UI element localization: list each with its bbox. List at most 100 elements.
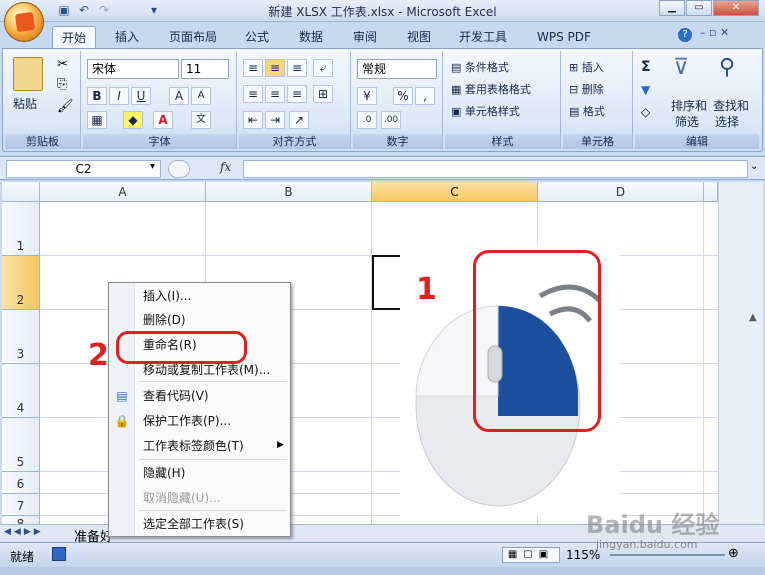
menu-item-insert[interactable]: 插入(I)... xyxy=(143,285,191,307)
merge-center-icon[interactable]: ⊞ xyxy=(313,85,333,103)
window-bottom-edge xyxy=(0,567,765,575)
menu-item-protect-sheet[interactable]: 保护工作表(P)... xyxy=(143,410,231,432)
menu-item-delete[interactable]: 删除(D) xyxy=(143,309,186,331)
zoom-in-icon[interactable]: ⊕ xyxy=(728,546,739,561)
row-header-3[interactable]: 3 xyxy=(2,310,40,364)
column-header-d[interactable]: D xyxy=(538,182,704,202)
underline-button[interactable]: U xyxy=(131,87,151,105)
font-size-select[interactable]: 11 xyxy=(181,59,229,79)
percent-button[interactable]: % xyxy=(393,87,413,105)
delete-cells-button[interactable]: ⊟ 删除 xyxy=(569,81,604,97)
row-header-2[interactable]: 2 xyxy=(2,256,40,310)
row-header-7[interactable]: 7 xyxy=(2,494,40,516)
tab-review[interactable]: 审阅 xyxy=(344,26,386,48)
formula-input[interactable] xyxy=(243,160,748,178)
orientation-icon[interactable]: ↗ xyxy=(289,111,309,129)
sort-filter-label-2[interactable]: 筛选 xyxy=(675,113,699,130)
tab-page-layout[interactable]: 页面布局 xyxy=(160,26,226,48)
insert-cells-button[interactable]: ⊞ 插入 xyxy=(569,59,604,75)
formula-bar-toggle[interactable] xyxy=(168,160,190,178)
sort-filter-label-1[interactable]: 排序和 xyxy=(671,97,707,114)
column-header-c[interactable]: C xyxy=(372,182,538,202)
row-header-1[interactable]: 1 xyxy=(2,202,40,256)
wrap-text-icon[interactable]: ⤶ xyxy=(313,59,333,77)
zoom-slider[interactable] xyxy=(610,554,725,556)
cell-styles-button[interactable]: ▣ 单元格样式 xyxy=(451,103,520,119)
format-cells-button[interactable]: ▤ 格式 xyxy=(569,103,605,119)
decrease-font-icon[interactable]: A xyxy=(191,87,211,105)
comma-button[interactable]: , xyxy=(415,87,435,105)
select-all-corner[interactable] xyxy=(2,182,40,202)
increase-decimal-icon[interactable]: .0 xyxy=(357,111,377,129)
find-select-label-1[interactable]: 查找和 xyxy=(713,97,749,114)
conditional-format-button[interactable]: ▤ 条件格式 xyxy=(451,59,509,75)
align-center-icon[interactable]: ≡ xyxy=(265,85,285,103)
tab-developer[interactable]: 开发工具 xyxy=(450,26,516,48)
border-icon[interactable]: ▦ xyxy=(87,111,107,129)
copy-icon[interactable]: ⎘ xyxy=(57,77,67,92)
delete-cells-icon: ⊟ xyxy=(569,83,582,96)
italic-button[interactable]: I xyxy=(109,87,129,105)
find-select-icon[interactable]: ⚲ xyxy=(719,55,735,80)
autosum-button[interactable]: Σ xyxy=(641,59,651,75)
fill-color-icon[interactable]: ◆ xyxy=(123,111,143,129)
name-box-dropdown-icon[interactable]: ▾ xyxy=(150,161,155,172)
macro-record-icon[interactable] xyxy=(52,547,66,561)
close-button[interactable]: ✕ xyxy=(713,0,759,16)
paste-icon[interactable] xyxy=(13,57,43,91)
clear-icon[interactable]: ◇ xyxy=(641,105,650,119)
format-as-table-button[interactable]: ▦ 套用表格格式 xyxy=(451,81,531,97)
increase-font-icon[interactable]: A xyxy=(169,87,189,105)
align-left-icon[interactable]: ≡ xyxy=(243,85,263,103)
name-box[interactable]: C2 xyxy=(6,160,161,178)
bold-button[interactable]: B xyxy=(87,87,107,105)
fill-icon[interactable]: ▼ xyxy=(641,83,650,97)
vertical-scrollbar[interactable]: ▲ xyxy=(718,182,763,524)
menu-item-select-all-sheets[interactable]: 选定全部工作表(S) xyxy=(143,513,244,535)
align-middle-icon[interactable]: ≡ xyxy=(265,59,285,77)
cut-icon[interactable]: ✂ xyxy=(57,57,68,72)
align-right-icon[interactable]: ≡ xyxy=(287,85,307,103)
ribbon-window-controls[interactable]: – ▫ ✕ xyxy=(700,26,760,39)
paste-button[interactable]: 粘贴 xyxy=(13,95,37,112)
menu-item-hide[interactable]: 隐藏(H) xyxy=(143,462,185,484)
maximize-button[interactable]: ▭ xyxy=(686,0,712,16)
tab-wps-pdf[interactable]: WPS PDF xyxy=(528,26,600,48)
align-top-icon[interactable]: ≡ xyxy=(243,59,263,77)
number-format-select[interactable]: 常规 xyxy=(357,59,437,79)
view-buttons-icon[interactable]: ▦▢▣ xyxy=(502,547,560,563)
sheet-nav-arrows-icon[interactable]: ◀◀▶▶ xyxy=(4,527,44,537)
decrease-decimal-icon[interactable]: .00 xyxy=(381,111,401,129)
sort-filter-icon[interactable]: ⊽ xyxy=(673,55,689,80)
tab-formulas[interactable]: 公式 xyxy=(236,26,278,48)
row-header-5[interactable]: 5 xyxy=(2,418,40,472)
increase-indent-icon[interactable]: ⇥ xyxy=(265,111,285,129)
row-header-4[interactable]: 4 xyxy=(2,364,40,418)
fx-icon[interactable]: fx xyxy=(220,160,231,174)
minimize-button[interactable]: ▁ xyxy=(659,0,685,16)
office-button[interactable] xyxy=(4,2,44,42)
column-header-b[interactable]: B xyxy=(206,182,372,202)
row-header-6[interactable]: 6 xyxy=(2,472,40,494)
scroll-up-icon[interactable]: ▲ xyxy=(749,312,757,323)
formula-bar: C2 ▾ fx ⌄ xyxy=(0,156,765,180)
font-color-icon[interactable]: A xyxy=(153,111,173,129)
tab-insert[interactable]: 插入 xyxy=(106,26,148,48)
row-header-8[interactable]: 8 xyxy=(2,516,40,524)
currency-icon[interactable]: ¥ xyxy=(357,87,377,105)
phonetic-icon[interactable]: 文 xyxy=(191,111,211,129)
help-icon[interactable]: ? xyxy=(678,28,692,42)
font-name-select[interactable]: 宋体 xyxy=(87,59,179,79)
column-header-e[interactable] xyxy=(704,182,718,202)
expand-formula-icon[interactable]: ⌄ xyxy=(750,161,758,172)
align-bottom-icon[interactable]: ≡ xyxy=(287,59,307,77)
menu-item-tab-color[interactable]: 工作表标签颜色(T) xyxy=(143,435,244,457)
format-painter-icon[interactable]: 🖌 xyxy=(57,99,74,114)
tab-data[interactable]: 数据 xyxy=(290,26,332,48)
tab-home[interactable]: 开始 xyxy=(52,26,97,48)
decrease-indent-icon[interactable]: ⇤ xyxy=(243,111,263,129)
column-header-a[interactable]: A xyxy=(40,182,206,202)
find-select-label-2[interactable]: 选择 xyxy=(715,113,739,130)
tab-view[interactable]: 视图 xyxy=(398,26,440,48)
menu-item-view-code[interactable]: 查看代码(V) xyxy=(143,385,209,407)
